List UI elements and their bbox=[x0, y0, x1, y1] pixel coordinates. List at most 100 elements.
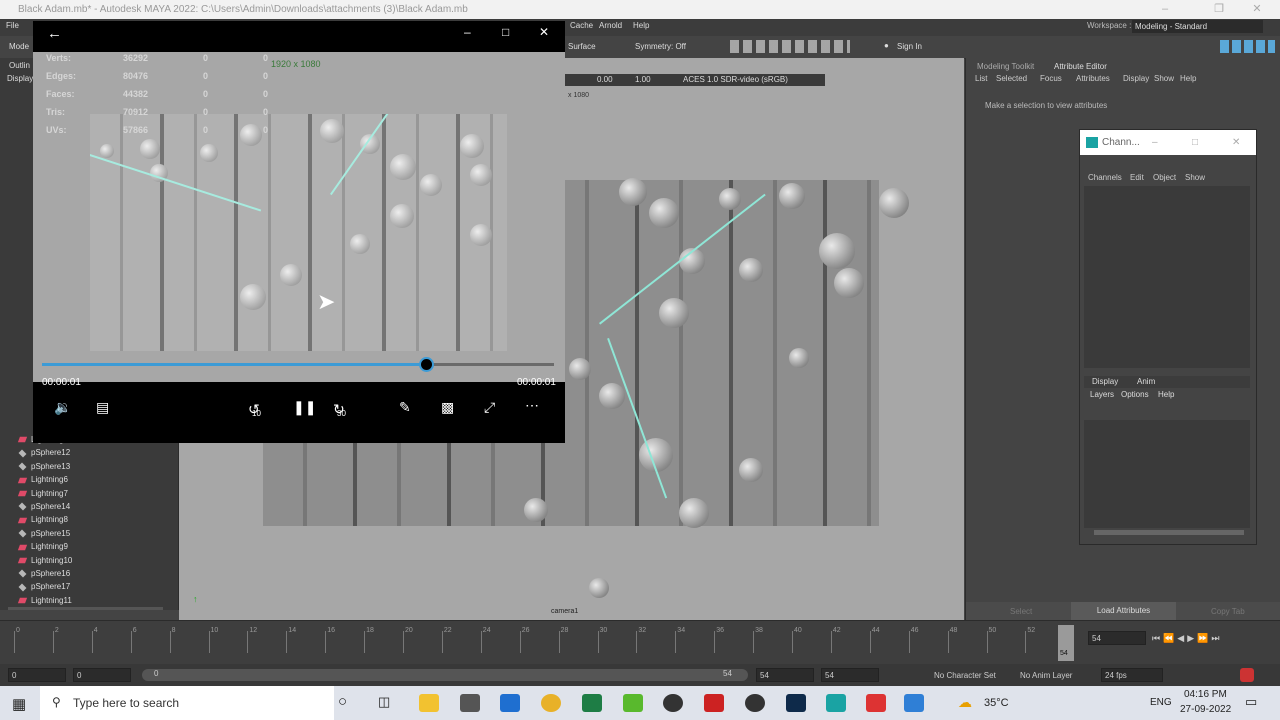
menu-cache[interactable]: Cache bbox=[570, 21, 593, 30]
pause-icon[interactable]: ❚❚ bbox=[293, 399, 316, 416]
attr-menu-item[interactable]: Attributes bbox=[1076, 74, 1110, 83]
close-icon[interactable]: ✕ bbox=[539, 25, 549, 39]
blender-icon[interactable] bbox=[663, 694, 683, 712]
tab-modeling-toolkit[interactable]: Modeling Toolkit bbox=[977, 62, 1034, 71]
weather-temp[interactable]: 35°C bbox=[984, 697, 1009, 709]
maximize-icon[interactable]: □ bbox=[1192, 130, 1198, 155]
layer-tab-anim[interactable]: Anim bbox=[1137, 377, 1155, 386]
current-frame-field[interactable]: 54 bbox=[1088, 631, 1146, 645]
time-slider[interactable]: 0 2 4 6 8 10 12 14 16 18 20 22 24 26 28 30 32 34 36 38 40 42 4… bbox=[0, 620, 1280, 665]
captions-icon[interactable]: ▤ bbox=[96, 399, 109, 416]
edit-pen-icon[interactable]: ✎ bbox=[399, 399, 411, 416]
camtasia-icon[interactable] bbox=[623, 694, 643, 712]
seek-thumb[interactable] bbox=[419, 357, 434, 372]
weather-icon[interactable]: ☁ bbox=[958, 694, 972, 711]
attr-menu-item[interactable]: List bbox=[975, 74, 987, 83]
seek-bar[interactable] bbox=[42, 357, 554, 372]
outliner-item[interactable]: pSphere14 bbox=[18, 502, 70, 515]
playback-end-field[interactable]: 54 bbox=[756, 668, 814, 682]
autokey-icon[interactable] bbox=[1240, 668, 1254, 682]
store-icon[interactable] bbox=[460, 694, 480, 712]
outliner-item[interactable]: Lightning8 bbox=[17, 515, 68, 528]
range-bar[interactable]: 0 54 bbox=[142, 669, 748, 681]
attr-menu-item[interactable]: Display bbox=[1123, 74, 1149, 83]
symmetry-menu[interactable]: Symmetry: Off bbox=[635, 42, 686, 51]
outliner-item[interactable]: Lightning7 bbox=[17, 489, 68, 502]
current-frame-marker[interactable]: 54 bbox=[1058, 625, 1074, 661]
volume-icon[interactable]: 🔉 bbox=[54, 399, 71, 416]
maya-icon[interactable] bbox=[826, 694, 846, 712]
file-explorer-icon[interactable] bbox=[419, 694, 439, 712]
select-button[interactable]: Select bbox=[1010, 607, 1032, 616]
outliner-item[interactable]: Lightning6 bbox=[17, 475, 68, 488]
outliner-item[interactable]: pSphere16 bbox=[18, 569, 70, 582]
attr-menu-item[interactable]: Show bbox=[1154, 74, 1174, 83]
clock-date[interactable]: 27-09-2022 bbox=[1180, 704, 1231, 715]
channel-menu-item[interactable]: Show bbox=[1185, 173, 1205, 182]
fps-select[interactable]: 24 fps bbox=[1101, 668, 1163, 682]
attr-menu-item[interactable]: Help bbox=[1180, 74, 1196, 83]
menu-file[interactable]: File bbox=[6, 21, 19, 30]
task-view-icon[interactable]: ◫ bbox=[378, 694, 390, 710]
photoshop-icon[interactable] bbox=[786, 694, 806, 712]
outliner-item[interactable]: pSphere15 bbox=[18, 529, 70, 542]
outliner-display-menu[interactable]: Display bbox=[7, 74, 33, 83]
anim-layer-select[interactable]: No Anim Layer bbox=[1020, 671, 1072, 680]
outliner-item[interactable]: Lightning9 bbox=[17, 542, 68, 555]
app-icon[interactable] bbox=[704, 694, 724, 712]
app2-icon[interactable] bbox=[866, 694, 886, 712]
attr-menu-item[interactable]: Selected bbox=[996, 74, 1027, 83]
language-indicator[interactable]: ENG bbox=[1150, 697, 1172, 708]
outliner-tab[interactable]: Outlin bbox=[9, 61, 30, 70]
menu-arnold[interactable]: Arnold bbox=[599, 21, 622, 30]
channel-menu-item[interactable]: Object bbox=[1153, 173, 1176, 182]
outliner-item[interactable]: pSphere17 bbox=[18, 582, 70, 595]
search-box[interactable]: ⚲ Type here to search bbox=[40, 686, 334, 720]
channel-menu-item[interactable]: Channels bbox=[1088, 173, 1122, 182]
sign-in-button[interactable]: Sign In bbox=[897, 42, 922, 51]
workspace-select[interactable]: Modeling - Standard bbox=[1132, 20, 1263, 33]
notification-icon[interactable]: ▭ bbox=[1245, 694, 1257, 710]
load-attributes-button[interactable]: Load Attributes bbox=[1071, 602, 1176, 620]
surface-menu[interactable]: Surface bbox=[568, 42, 596, 51]
layout-icons[interactable] bbox=[1220, 40, 1275, 53]
mail-icon[interactable] bbox=[500, 694, 520, 712]
outliner-item[interactable]: pSphere13 bbox=[18, 462, 70, 475]
layer-menu-options[interactable]: Options bbox=[1121, 390, 1149, 399]
minimize-icon[interactable]: – bbox=[464, 25, 471, 39]
davinci-icon[interactable] bbox=[745, 694, 765, 712]
outliner-item[interactable]: pSphere12 bbox=[18, 448, 70, 461]
excel-icon[interactable] bbox=[582, 694, 602, 712]
channel-menu-item[interactable]: Edit bbox=[1130, 173, 1144, 182]
attr-menu-item[interactable]: Focus bbox=[1040, 74, 1062, 83]
fullscreen-icon[interactable]: ⤢ bbox=[484, 399, 495, 416]
copy-tab-button[interactable]: Copy Tab bbox=[1211, 607, 1245, 616]
media-player-icon[interactable] bbox=[904, 694, 924, 712]
mode-menu[interactable]: Mode bbox=[9, 42, 29, 51]
start-frame-field[interactable]: 0 bbox=[8, 668, 66, 682]
layer-scrollbar[interactable] bbox=[1094, 530, 1244, 535]
windows-start-icon[interactable]: ▦ bbox=[12, 695, 26, 713]
mini-view-icon[interactable]: ▩ bbox=[441, 399, 454, 416]
cortana-icon[interactable]: ○ bbox=[338, 693, 347, 710]
minimize-icon[interactable]: – bbox=[1142, 0, 1188, 19]
playback-controls[interactable]: ⏮⏪◀▶⏩⏭ bbox=[1152, 633, 1272, 643]
exposure-field[interactable]: 0.00 bbox=[597, 75, 613, 84]
gamma-field[interactable]: 1.00 bbox=[635, 75, 651, 84]
layer-menu-layers[interactable]: Layers bbox=[1090, 390, 1114, 399]
minimize-icon[interactable]: – bbox=[1152, 130, 1158, 155]
chrome-icon[interactable] bbox=[541, 694, 561, 712]
tab-attribute-editor[interactable]: Attribute Editor bbox=[1054, 62, 1107, 71]
layer-menu-help[interactable]: Help bbox=[1158, 390, 1174, 399]
maximize-icon[interactable]: □ bbox=[502, 25, 509, 39]
outliner-scrollbar[interactable] bbox=[8, 607, 163, 610]
menu-help[interactable]: Help bbox=[633, 21, 649, 30]
colorspace-select[interactable]: ACES 1.0 SDR-video (sRGB) bbox=[683, 75, 788, 84]
layer-tab-display[interactable]: Display bbox=[1092, 377, 1118, 386]
snap-toolbar[interactable] bbox=[730, 40, 850, 53]
playback-start-field[interactable]: 0 bbox=[73, 668, 131, 682]
end-frame-field[interactable]: 54 bbox=[821, 668, 879, 682]
back-arrow-icon[interactable]: ← bbox=[47, 25, 62, 42]
close-icon[interactable]: ✕ bbox=[1232, 130, 1240, 155]
character-set-select[interactable]: No Character Set bbox=[934, 671, 996, 680]
